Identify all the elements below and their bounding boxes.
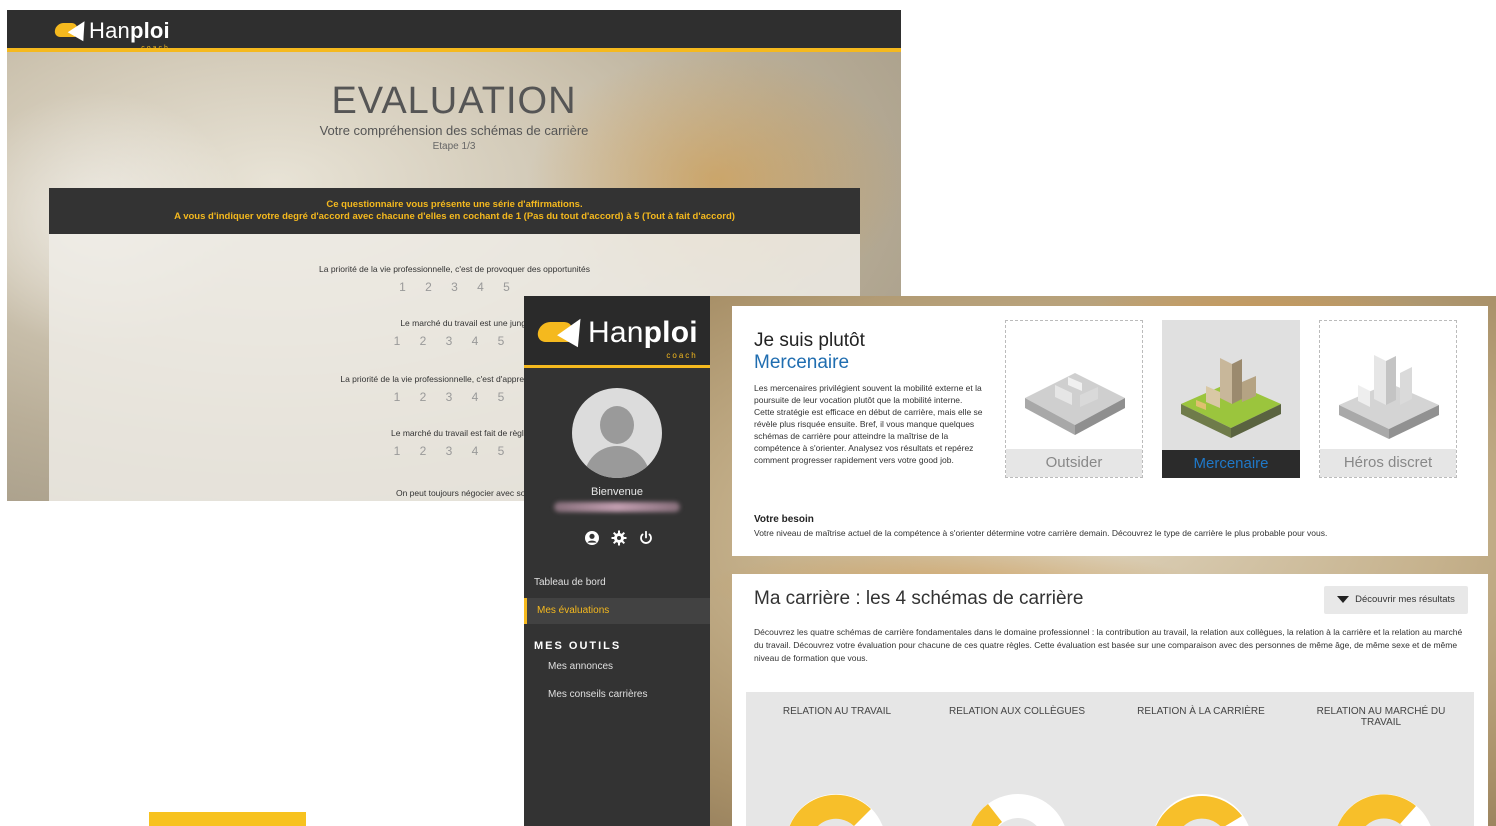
top-bar: Hanploi coach: [7, 10, 901, 52]
profile-type-mercenaire[interactable]: Mercenaire: [1162, 320, 1300, 478]
tools-heading: MES OUTILS: [534, 640, 622, 652]
profile-type-outsider[interactable]: Outsider: [1005, 320, 1143, 478]
career-description: Découvrez les quatre schémas de carrière…: [754, 627, 1463, 663]
result-gauge: [1155, 794, 1249, 826]
need-title: Votre besoin: [754, 514, 814, 525]
rating-option[interactable]: 3: [436, 444, 462, 458]
rating-option[interactable]: 1: [384, 444, 410, 458]
nav-mes-conseils-carrieres[interactable]: Mes conseils carrières: [524, 682, 710, 708]
profile-heading: Je suis plutôt: [754, 330, 865, 351]
profile-type-label: Outsider: [1006, 449, 1142, 477]
logo-sub: coach: [141, 45, 170, 52]
step-indicator: Etape 1/3: [432, 141, 476, 152]
avatar[interactable]: [572, 388, 662, 478]
logo-prefix: Han: [588, 316, 644, 349]
username-blurred: [554, 502, 680, 512]
city-block-icon: [1181, 358, 1281, 438]
city-block-icon: [1339, 355, 1439, 439]
question-item: La priorité de la vie professionnelle, c…: [49, 264, 860, 294]
hanploi-logo[interactable]: Hanploi coach: [53, 16, 170, 52]
instructions-line: Ce questionnaire vous présente une série…: [326, 199, 583, 210]
logo-bold: ploi: [643, 316, 698, 349]
result-gauge: [1337, 794, 1431, 826]
logo-bold: ploi: [129, 18, 170, 43]
rating-option[interactable]: 4: [468, 280, 494, 294]
nav-mes-evaluations[interactable]: Mes évaluations: [524, 598, 710, 624]
nav-tableau-de-bord[interactable]: Tableau de bord: [524, 570, 710, 596]
nav-mes-annonces[interactable]: Mes annonces: [524, 654, 710, 680]
results-panel: RELATION AU TRAVAIL RELATION AUX COLLÈGU…: [746, 692, 1474, 826]
rating-option[interactable]: 2: [410, 444, 436, 458]
user-actions: [584, 530, 654, 546]
page-title: EVALUATION: [331, 80, 577, 122]
rating-option[interactable]: 4: [462, 444, 488, 458]
instructions-banner: Ce questionnaire vous présente une série…: [49, 188, 860, 234]
rating-scale: 12345: [49, 280, 860, 294]
career-card: Ma carrière : les 4 schémas de carrière …: [732, 574, 1488, 826]
user-icon[interactable]: [584, 530, 600, 546]
result-gauge: [971, 794, 1065, 826]
rating-option[interactable]: 1: [384, 334, 410, 348]
page-subtitle: Votre compréhension des schémas de carri…: [319, 123, 589, 138]
question-text: La priorité de la vie professionnelle, c…: [319, 264, 590, 274]
rating-option[interactable]: 3: [436, 334, 462, 348]
rating-option[interactable]: 4: [462, 334, 488, 348]
city-block-icon: [1025, 373, 1125, 435]
result-column-label: RELATION AU MARCHÉ DU TRAVAIL: [1316, 706, 1446, 728]
profile-type-heros-discret[interactable]: Héros discret: [1319, 320, 1457, 478]
rating-option[interactable]: 5: [494, 280, 520, 294]
result-gauge: [789, 794, 883, 826]
profile-card: Je suis plutôt Mercenaire Les mercenaire…: [732, 306, 1488, 556]
button-label: Découvrir mes résultats: [1355, 594, 1455, 605]
rating-option[interactable]: 3: [442, 280, 468, 294]
rating-option[interactable]: 5: [488, 444, 514, 458]
logo-prefix: Han: [89, 18, 130, 43]
discover-results-button[interactable]: Découvrir mes résultats: [1324, 586, 1468, 614]
logo-sub: coach: [666, 351, 698, 360]
profile-type-label: Mercenaire: [1162, 450, 1300, 478]
power-icon[interactable]: [638, 530, 654, 546]
gear-icon[interactable]: [611, 530, 627, 546]
result-column-label: RELATION AU TRAVAIL: [782, 706, 892, 717]
caret-down-icon: [1337, 595, 1350, 603]
rating-option[interactable]: 5: [488, 334, 514, 348]
result-column-label: RELATION AUX COLLÈGUES: [949, 706, 1085, 717]
result-column-label: RELATION À LA CARRIÈRE: [1137, 706, 1265, 717]
rating-option[interactable]: 2: [416, 280, 442, 294]
instructions-line: A vous d'indiquer votre degré d'accord a…: [174, 211, 735, 222]
profile-description: Les mercenaires privilégient souvent la …: [754, 383, 983, 465]
rating-option[interactable]: 3: [436, 390, 462, 404]
rating-option[interactable]: 5: [488, 390, 514, 404]
career-title: Ma carrière : les 4 schémas de carrière: [754, 588, 1084, 609]
rating-option[interactable]: 1: [390, 280, 416, 294]
hanploi-logo[interactable]: Hanploi coach: [535, 312, 698, 360]
rating-option[interactable]: 1: [384, 390, 410, 404]
rating-option[interactable]: 4: [462, 390, 488, 404]
rating-option[interactable]: 2: [410, 390, 436, 404]
hanploi-logo-icon: [53, 16, 93, 42]
sidebar-logo-bar: Hanploi coach: [524, 296, 710, 368]
yellow-banner-fragment: [149, 812, 306, 826]
sidebar: Hanploi coach Bienvenue Tableau de bord …: [524, 296, 710, 826]
profile-name: Mercenaire: [754, 352, 850, 373]
welcome-text: Bienvenue: [591, 486, 643, 498]
profile-type-label: Héros discret: [1320, 449, 1456, 477]
rating-option[interactable]: 2: [410, 334, 436, 348]
hanploi-logo-icon: [535, 312, 591, 349]
need-text: Votre niveau de maîtrise actuel de la co…: [754, 528, 1328, 538]
dashboard-window: Hanploi coach Bienvenue Tableau de bord …: [524, 296, 1496, 826]
